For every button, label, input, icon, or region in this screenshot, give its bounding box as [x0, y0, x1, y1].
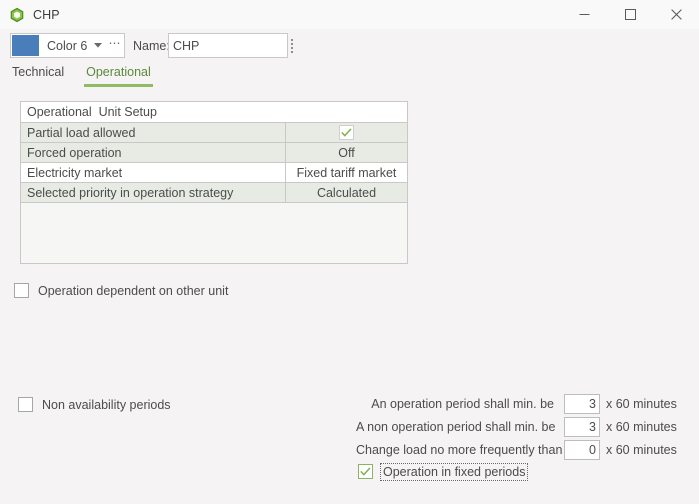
fixed-periods-label: Operation in fixed periods — [379, 462, 529, 481]
operation-dependent-checkbox[interactable] — [14, 283, 29, 298]
color-swatch — [12, 35, 39, 56]
minimize-icon — [579, 9, 590, 20]
minimize-button[interactable] — [561, 0, 607, 29]
table-header-label: Operational Unit Setup — [27, 105, 157, 119]
row-value-selected-priority[interactable]: Calculated — [285, 183, 407, 202]
fixed-periods-checkbox[interactable] — [358, 464, 373, 479]
operation-dependent-label: Operation dependent on other unit — [38, 283, 229, 298]
window-title: CHP — [33, 7, 60, 22]
row-label-electricity-market: Electricity market — [27, 165, 123, 180]
close-icon — [670, 9, 682, 20]
maximize-button[interactable] — [607, 0, 653, 29]
non-availability-checkbox[interactable] — [18, 397, 33, 412]
change-load-row: Change load no more frequently than x 60… — [356, 439, 691, 461]
row-label-selected-priority: Selected priority in operation strategy — [27, 185, 234, 200]
operation-period-label: An operation period shall min. be — [371, 397, 554, 411]
partial-load-allowed-checkbox[interactable] — [339, 125, 354, 140]
tab-technical[interactable]: Technical — [10, 64, 66, 87]
maximize-icon — [624, 9, 636, 20]
row-value-electricity-market[interactable]: Fixed tariff market — [285, 163, 407, 182]
operation-period-row: An operation period shall min. be x 60 m… — [356, 393, 691, 415]
change-load-suffix: x 60 minutes — [606, 443, 677, 457]
period-form: An operation period shall min. be x 60 m… — [356, 393, 691, 481]
row-value-partial-load-allowed[interactable] — [285, 123, 407, 142]
operational-unit-setup-table: Operational Unit Setup Partial load allo… — [20, 101, 408, 264]
tab-operational[interactable]: Operational — [84, 64, 153, 87]
non-operation-period-label: A non operation period shall min. be — [356, 420, 556, 434]
operation-period-suffix: x 60 minutes — [606, 397, 677, 411]
close-button[interactable] — [653, 0, 699, 29]
change-load-input[interactable] — [564, 440, 600, 460]
color-more-button[interactable]: ⋯ — [106, 37, 124, 53]
non-operation-period-input[interactable] — [564, 417, 600, 437]
table-header-row: Operational Unit Setup — [21, 102, 407, 123]
non-availability-checkbox-row[interactable]: Non availability periods — [18, 397, 171, 412]
non-operation-period-suffix: x 60 minutes — [606, 420, 677, 434]
toolbar-grip[interactable] — [291, 39, 294, 53]
color-select-value: Color 6 — [47, 38, 88, 53]
fixed-periods-checkbox-row[interactable]: Operation in fixed periods — [356, 462, 691, 481]
row-value-forced-operation[interactable]: Off — [285, 143, 407, 162]
table-row[interactable]: Electricity market Fixed tariff market — [21, 163, 407, 183]
name-label: Name: — [133, 39, 170, 53]
row-label-partial-load-allowed: Partial load allowed — [27, 125, 136, 140]
table-row[interactable]: Selected priority in operation strategy … — [21, 183, 407, 203]
name-input[interactable] — [168, 33, 288, 58]
row-label-forced-operation: Forced operation — [27, 145, 122, 160]
non-operation-period-row: A non operation period shall min. be x 6… — [356, 416, 691, 438]
window-controls — [561, 0, 699, 29]
operation-period-input[interactable] — [564, 394, 600, 414]
non-availability-label: Non availability periods — [42, 397, 171, 412]
chevron-down-icon[interactable] — [90, 43, 106, 48]
color-select[interactable]: Color 6 ⋯ — [10, 33, 125, 58]
toolbar: Color 6 ⋯ Name: — [0, 29, 699, 63]
table-row[interactable]: Partial load allowed — [21, 123, 407, 143]
table-row[interactable]: Forced operation Off — [21, 143, 407, 163]
hexagon-ring-icon — [9, 7, 25, 23]
check-icon — [341, 126, 352, 140]
change-load-label: Change load no more frequently than — [356, 443, 563, 457]
check-icon — [360, 465, 371, 479]
tab-bar: Technical Operational — [0, 64, 699, 90]
operation-dependent-checkbox-row[interactable]: Operation dependent on other unit — [14, 283, 228, 298]
title-bar: CHP — [0, 0, 699, 29]
